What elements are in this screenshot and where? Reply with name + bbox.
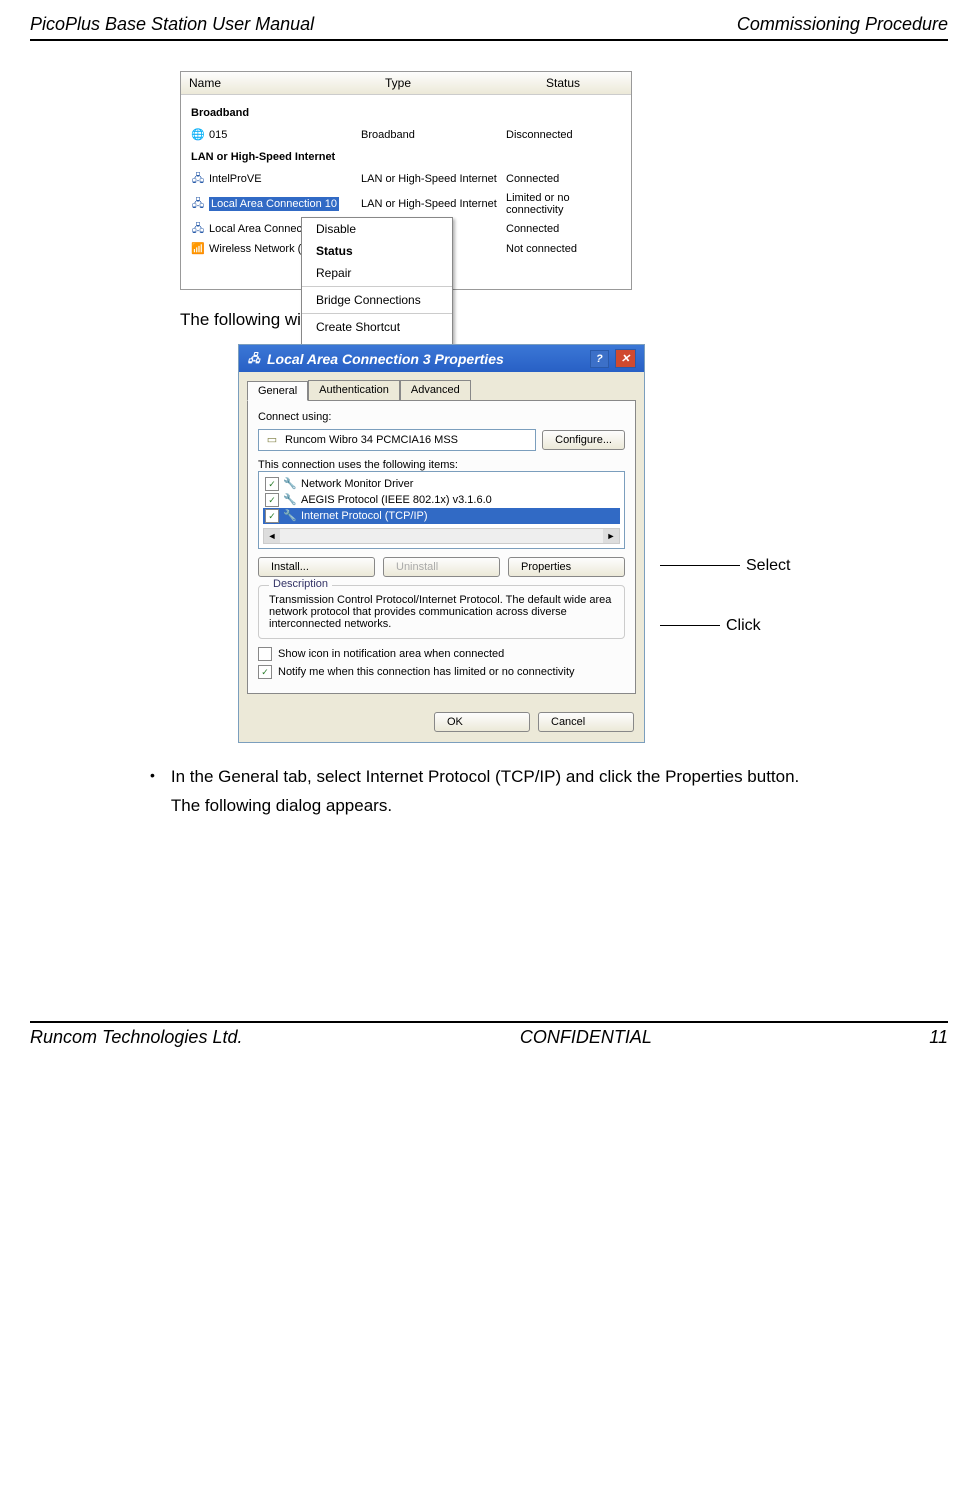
protocol-icon: 🔧 [283, 477, 297, 491]
row-lac10-type: LAN or High-Speed Internet [361, 198, 506, 210]
lan-icon: 🖧 [191, 172, 205, 186]
checkbox-icon[interactable] [265, 493, 279, 507]
notify-label: Notify me when this connection has limit… [278, 666, 575, 678]
wifi-icon: 📶 [191, 242, 205, 256]
menu-bridge[interactable]: Bridge Connections [302, 289, 452, 311]
notify-checkbox[interactable] [258, 665, 272, 679]
item-aegis-label: AEGIS Protocol (IEEE 802.1x) v3.1.6.0 [301, 494, 492, 506]
scrollbar[interactable]: ◄ ► [263, 528, 620, 544]
row-intel-status: Connected [506, 173, 621, 185]
item-nmd-label: Network Monitor Driver [301, 478, 413, 490]
close-button[interactable]: ✕ [615, 349, 636, 368]
lan-icon: 🖧 [247, 352, 261, 366]
callout-click: Click [660, 617, 761, 635]
row-lac10-name: Local Area Connection 10 [209, 197, 339, 211]
checkbox-icon[interactable] [265, 477, 279, 491]
row-lac-status: Connected [506, 223, 621, 235]
adapter-field: ▭ Runcom Wibro 34 PCMCIA16 MSS [258, 429, 536, 451]
tabs: General Authentication Advanced [239, 372, 644, 400]
menu-sep [302, 286, 452, 287]
bullet-icon: • [150, 763, 155, 821]
group-lan: LAN or High-Speed Internet [191, 151, 621, 163]
menu-repair[interactable]: Repair [302, 262, 452, 284]
network-connections-pane: Name Type Status Broadband 🌐 015 Broadban… [180, 71, 632, 290]
col-name[interactable]: Name [181, 72, 377, 94]
item-tcpip-label: Internet Protocol (TCP/IP) [301, 510, 428, 522]
header-right: Commissioning Procedure [737, 14, 948, 35]
bullet-line2: The following dialog appears. [171, 792, 799, 821]
menu-shortcut[interactable]: Create Shortcut [302, 316, 452, 338]
footer-left: Runcom Technologies Ltd. [30, 1027, 242, 1048]
row-intel-name: IntelProVE [209, 173, 262, 185]
properties-dialog: 🖧 Local Area Connection 3 Properties ? ✕… [238, 344, 645, 743]
lan-icon: 🖧 [191, 197, 205, 211]
col-type[interactable]: Type [377, 72, 538, 94]
callout-select-label: Select [746, 557, 790, 574]
scroll-left-icon[interactable]: ◄ [264, 529, 280, 543]
item-aegis[interactable]: 🔧 AEGIS Protocol (IEEE 802.1x) v3.1.6.0 [263, 492, 620, 508]
row-lac-name: Local Area Connec [209, 223, 302, 235]
tab-authentication[interactable]: Authentication [308, 380, 400, 400]
row-lac10[interactable]: 🖧 Local Area Connection 10 LAN or High-Sp… [191, 189, 621, 219]
item-tcpip[interactable]: 🔧 Internet Protocol (TCP/IP) [263, 508, 620, 524]
nic-icon: ▭ [265, 433, 279, 447]
lan-icon: 🖧 [191, 222, 205, 236]
tab-general[interactable]: General [247, 381, 308, 401]
protocol-icon: 🔧 [283, 509, 297, 523]
row-intel[interactable]: 🖧 IntelProVE LAN or High-Speed Internet C… [191, 169, 621, 189]
configure-button[interactable]: Configure... [542, 430, 625, 450]
dialog-titlebar: 🖧 Local Area Connection 3 Properties ? ✕ [239, 345, 644, 372]
row-015-name: 015 [209, 129, 227, 141]
uses-label: This connection uses the following items… [258, 459, 625, 471]
connect-using-label: Connect using: [258, 411, 625, 423]
col-status[interactable]: Status [538, 72, 631, 94]
group-broadband: Broadband [191, 107, 621, 119]
row-lac10-status: Limited or no connectivity [506, 192, 621, 216]
row-intel-type: LAN or High-Speed Internet [361, 173, 506, 185]
show-icon-checkbox[interactable] [258, 647, 272, 661]
row-015[interactable]: 🌐 015 Broadband Disconnected [191, 125, 621, 145]
list-header: Name Type Status [181, 72, 631, 95]
help-button[interactable]: ? [590, 350, 609, 368]
cancel-button[interactable]: Cancel [538, 712, 634, 732]
body-text-1: The following window appears. [180, 310, 928, 330]
description-legend: Description [269, 578, 332, 590]
scroll-right-icon[interactable]: ► [603, 529, 619, 543]
checkbox-icon[interactable] [265, 509, 279, 523]
menu-status[interactable]: Status [302, 240, 452, 262]
row-wifi-name: Wireless Network ( [209, 243, 301, 255]
protocol-icon: 🔧 [283, 493, 297, 507]
uninstall-button: Uninstall [383, 557, 500, 577]
row-wifi-status: Not connected [506, 243, 621, 255]
globe-icon: 🌐 [191, 128, 205, 142]
callout-click-label: Click [726, 617, 761, 634]
ok-button[interactable]: OK [434, 712, 530, 732]
description-text: Transmission Control Protocol/Internet P… [269, 594, 614, 630]
tab-advanced[interactable]: Advanced [400, 380, 471, 400]
row-015-type: Broadband [361, 129, 506, 141]
adapter-name: Runcom Wibro 34 PCMCIA16 MSS [285, 434, 458, 446]
footer-right: 11 [929, 1027, 948, 1048]
header-left: PicoPlus Base Station User Manual [30, 14, 314, 35]
properties-button[interactable]: Properties [508, 557, 625, 577]
menu-sep [302, 313, 452, 314]
footer-center: CONFIDENTIAL [520, 1027, 652, 1048]
callout-select: Select [660, 557, 790, 575]
items-listbox[interactable]: 🔧 Network Monitor Driver 🔧 AEGIS Protoco… [258, 471, 625, 549]
show-icon-label: Show icon in notification area when conn… [278, 648, 504, 660]
menu-disable[interactable]: Disable [302, 218, 452, 240]
row-015-status: Disconnected [506, 129, 621, 141]
install-button[interactable]: Install... [258, 557, 375, 577]
description-group: Description Transmission Control Protoco… [258, 585, 625, 639]
bullet-line1: In the General tab, select Internet Prot… [171, 763, 799, 792]
item-nmd[interactable]: 🔧 Network Monitor Driver [263, 476, 620, 492]
dialog-title: Local Area Connection 3 Properties [267, 351, 504, 367]
